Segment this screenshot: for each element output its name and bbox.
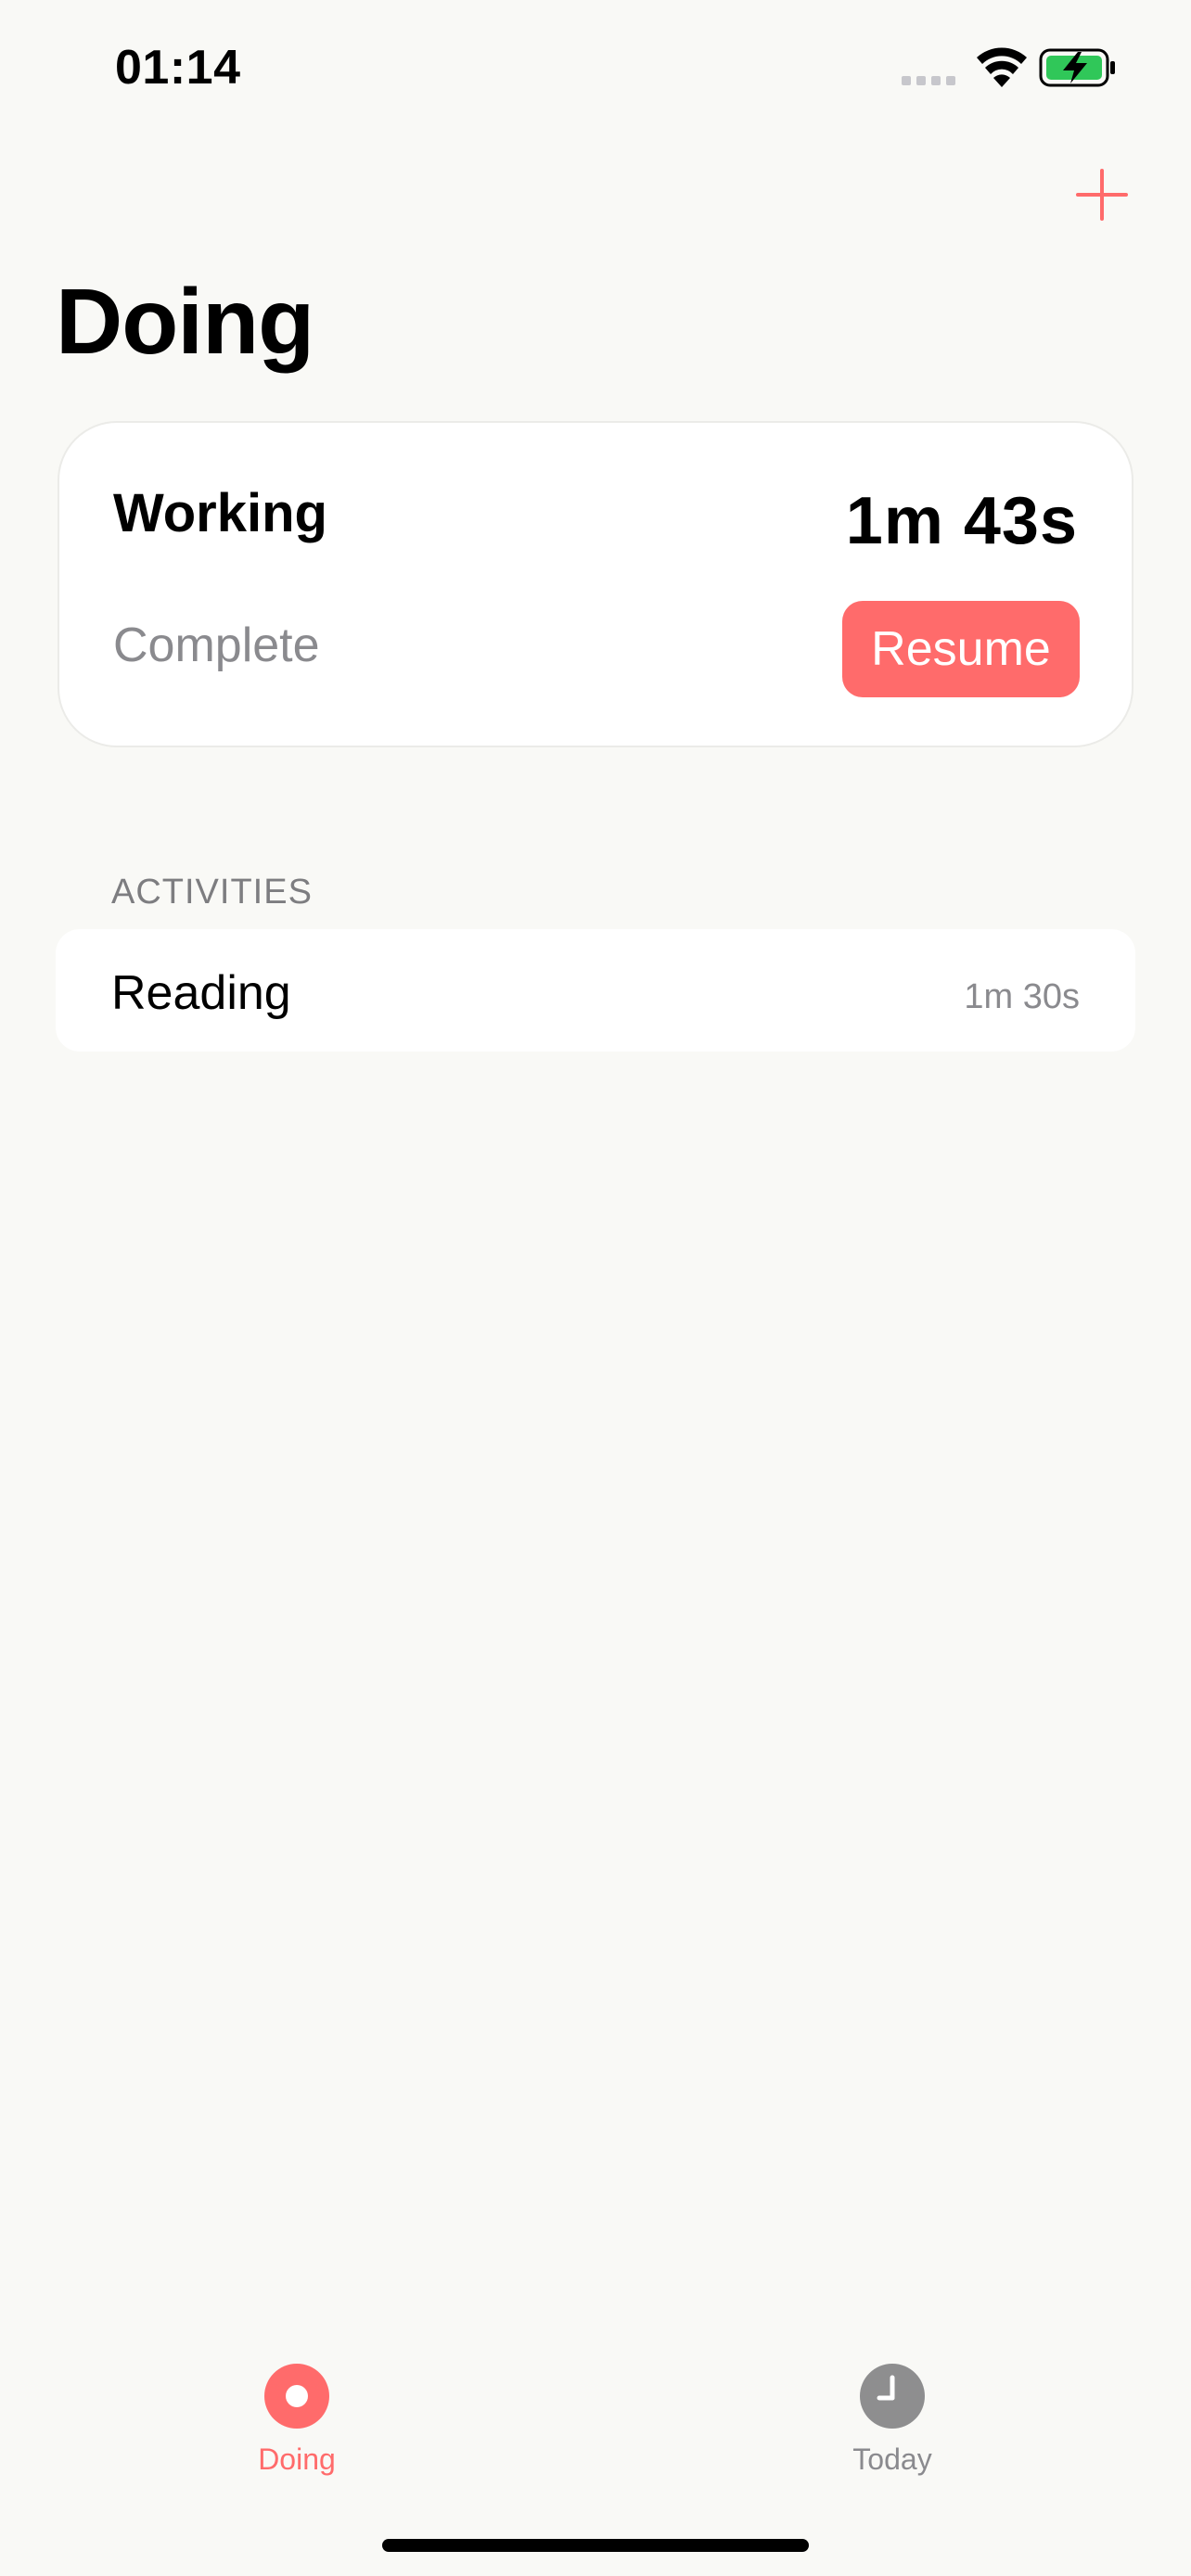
list-item[interactable]: Reading 1m 30s xyxy=(56,929,1135,1052)
record-icon xyxy=(264,2364,329,2429)
activity-duration: 1m 30s xyxy=(964,977,1080,1016)
plus-icon xyxy=(1076,169,1128,221)
tab-today-label: Today xyxy=(852,2442,932,2476)
home-indicator xyxy=(382,2539,809,2552)
resume-button[interactable]: Resume xyxy=(842,601,1080,697)
current-activity-name: Working xyxy=(113,483,327,543)
add-button[interactable] xyxy=(1072,165,1132,224)
clock-icon xyxy=(860,2364,925,2429)
tab-doing-label: Doing xyxy=(258,2442,336,2476)
complete-button[interactable]: Complete xyxy=(113,614,320,677)
elapsed-time: 1m 43s xyxy=(845,484,1078,558)
activity-name: Reading xyxy=(111,966,291,1020)
activities-section-header: ACTIVITIES xyxy=(111,873,313,912)
battery-charging-icon xyxy=(1039,48,1115,87)
tab-today[interactable]: Today xyxy=(781,2363,1004,2493)
status-icons xyxy=(902,47,1115,87)
tab-doing[interactable]: Doing xyxy=(186,2363,408,2493)
page-title: Doing xyxy=(56,270,314,374)
status-time: 01:14 xyxy=(115,41,241,95)
cellular-signal-icon xyxy=(902,76,955,85)
current-activity-card: Working 1m 43s Complete Resume xyxy=(58,421,1133,747)
wifi-icon xyxy=(977,47,1027,87)
